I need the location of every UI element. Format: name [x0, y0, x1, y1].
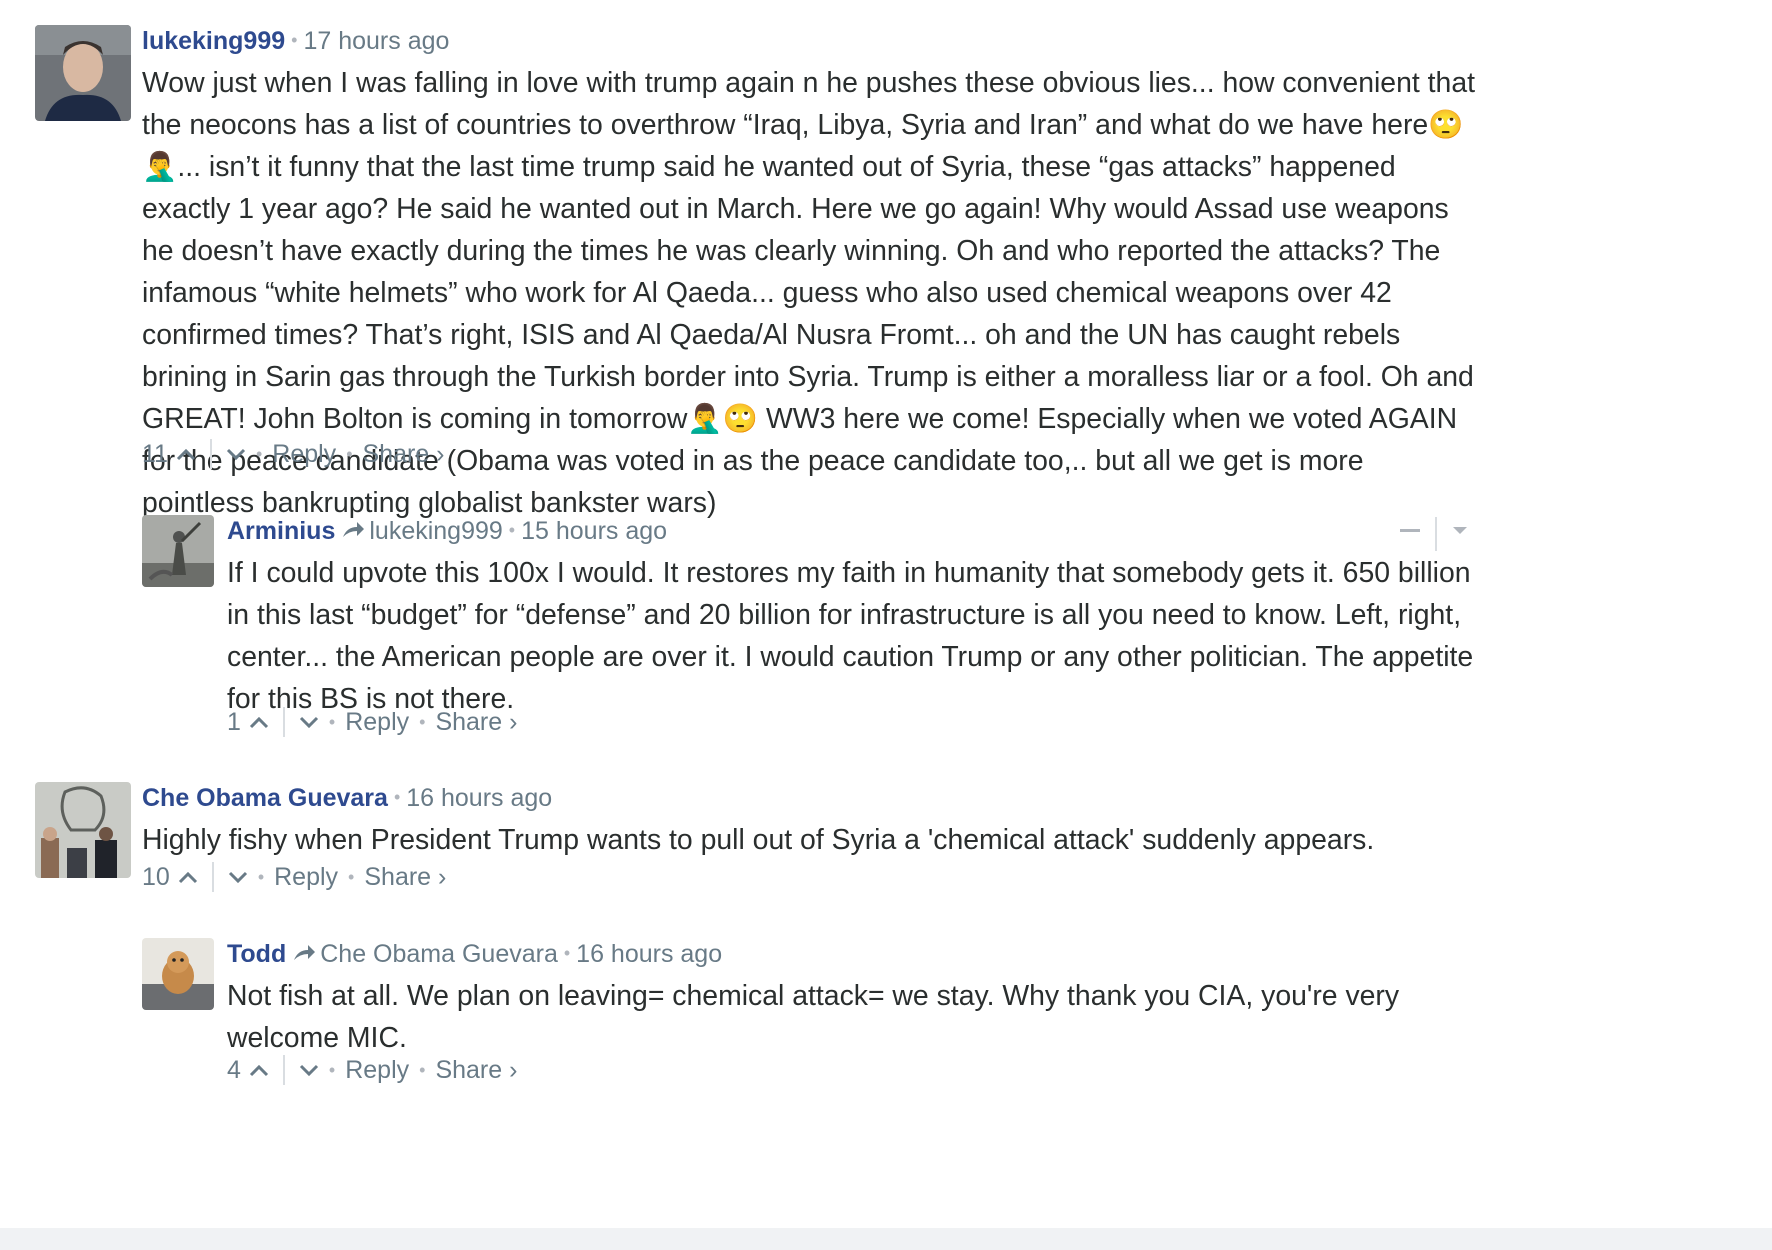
- divider: [282, 707, 285, 737]
- separator-dot: •: [255, 444, 263, 464]
- comment-author[interactable]: Che Obama Guevara: [142, 784, 388, 812]
- vote-count: 10: [142, 863, 170, 891]
- reply-button[interactable]: Reply: [345, 1055, 409, 1085]
- comment-author[interactable]: Todd: [227, 940, 286, 968]
- separator-dot: •: [291, 30, 298, 50]
- comment-body: Not fish at all. We plan on leaving= che…: [227, 980, 1400, 1054]
- upvote-icon[interactable]: [178, 870, 198, 884]
- divider: [211, 862, 214, 892]
- downvote-icon[interactable]: [228, 870, 248, 884]
- comment-actions: 11 • Reply • Share ›: [142, 439, 444, 469]
- comment-timestamp[interactable]: 15 hours ago: [521, 517, 667, 545]
- reply-button[interactable]: Reply: [345, 707, 409, 737]
- collapse-icon[interactable]: [1399, 513, 1421, 554]
- comment-actions: 1 • Reply • Share ›: [227, 707, 517, 737]
- menu-caret-icon[interactable]: [1451, 513, 1469, 554]
- reply-button[interactable]: Reply: [272, 439, 336, 469]
- separator-dot: •: [393, 787, 401, 807]
- share-button[interactable]: Share ›: [364, 862, 446, 892]
- share-button[interactable]: Share ›: [435, 707, 517, 737]
- divider: [282, 1055, 285, 1085]
- comment-author[interactable]: Arminius: [227, 517, 335, 545]
- downvote-icon[interactable]: [226, 447, 246, 461]
- page-bottom-edge: [0, 1228, 1772, 1250]
- downvote-icon[interactable]: [299, 715, 319, 729]
- share-button[interactable]: Share ›: [435, 1055, 517, 1085]
- vote-count: 11: [142, 440, 168, 468]
- divider: [1435, 516, 1437, 551]
- reply-button[interactable]: Reply: [274, 862, 338, 892]
- separator-dot: •: [563, 943, 571, 963]
- separator-dot: •: [346, 444, 353, 464]
- separator-dot: •: [508, 520, 516, 540]
- comment-timestamp[interactable]: 17 hours ago: [303, 27, 449, 55]
- separator-dot: •: [419, 1060, 426, 1080]
- downvote-icon[interactable]: [299, 1063, 319, 1077]
- separator-dot: •: [348, 867, 355, 887]
- comment-timestamp[interactable]: 16 hours ago: [406, 784, 552, 812]
- separator-dot: •: [419, 712, 426, 732]
- comment-actions: 10 • Reply • Share ›: [142, 862, 446, 892]
- comment-controls: [1399, 513, 1469, 554]
- avatar[interactable]: [35, 782, 131, 878]
- divider: [209, 439, 212, 469]
- vote-count: 1: [227, 708, 241, 736]
- reply-to-author[interactable]: lukeking999: [369, 517, 502, 545]
- avatar[interactable]: [142, 938, 214, 1010]
- reply-to-author[interactable]: Che Obama Guevara: [320, 940, 558, 968]
- separator-dot: •: [328, 712, 336, 732]
- comment-body: If I could upvote this 100x I would. It …: [227, 557, 1474, 715]
- avatar[interactable]: [142, 515, 214, 587]
- comment-author[interactable]: lukeking999: [142, 27, 285, 55]
- reply-arrow-icon: [292, 941, 316, 971]
- separator-dot: •: [257, 867, 265, 887]
- share-button[interactable]: Share ›: [363, 439, 445, 469]
- separator-dot: •: [328, 1060, 336, 1080]
- reply-arrow-icon: [341, 518, 365, 548]
- comment-timestamp[interactable]: 16 hours ago: [576, 940, 722, 968]
- upvote-icon[interactable]: [176, 447, 196, 461]
- upvote-icon[interactable]: [249, 1063, 269, 1077]
- avatar[interactable]: [35, 25, 131, 121]
- comment-actions: 4 • Reply • Share ›: [227, 1055, 517, 1085]
- comment-body: Highly fishy when President Trump wants …: [142, 824, 1375, 856]
- upvote-icon[interactable]: [249, 715, 269, 729]
- vote-count: 4: [227, 1056, 241, 1084]
